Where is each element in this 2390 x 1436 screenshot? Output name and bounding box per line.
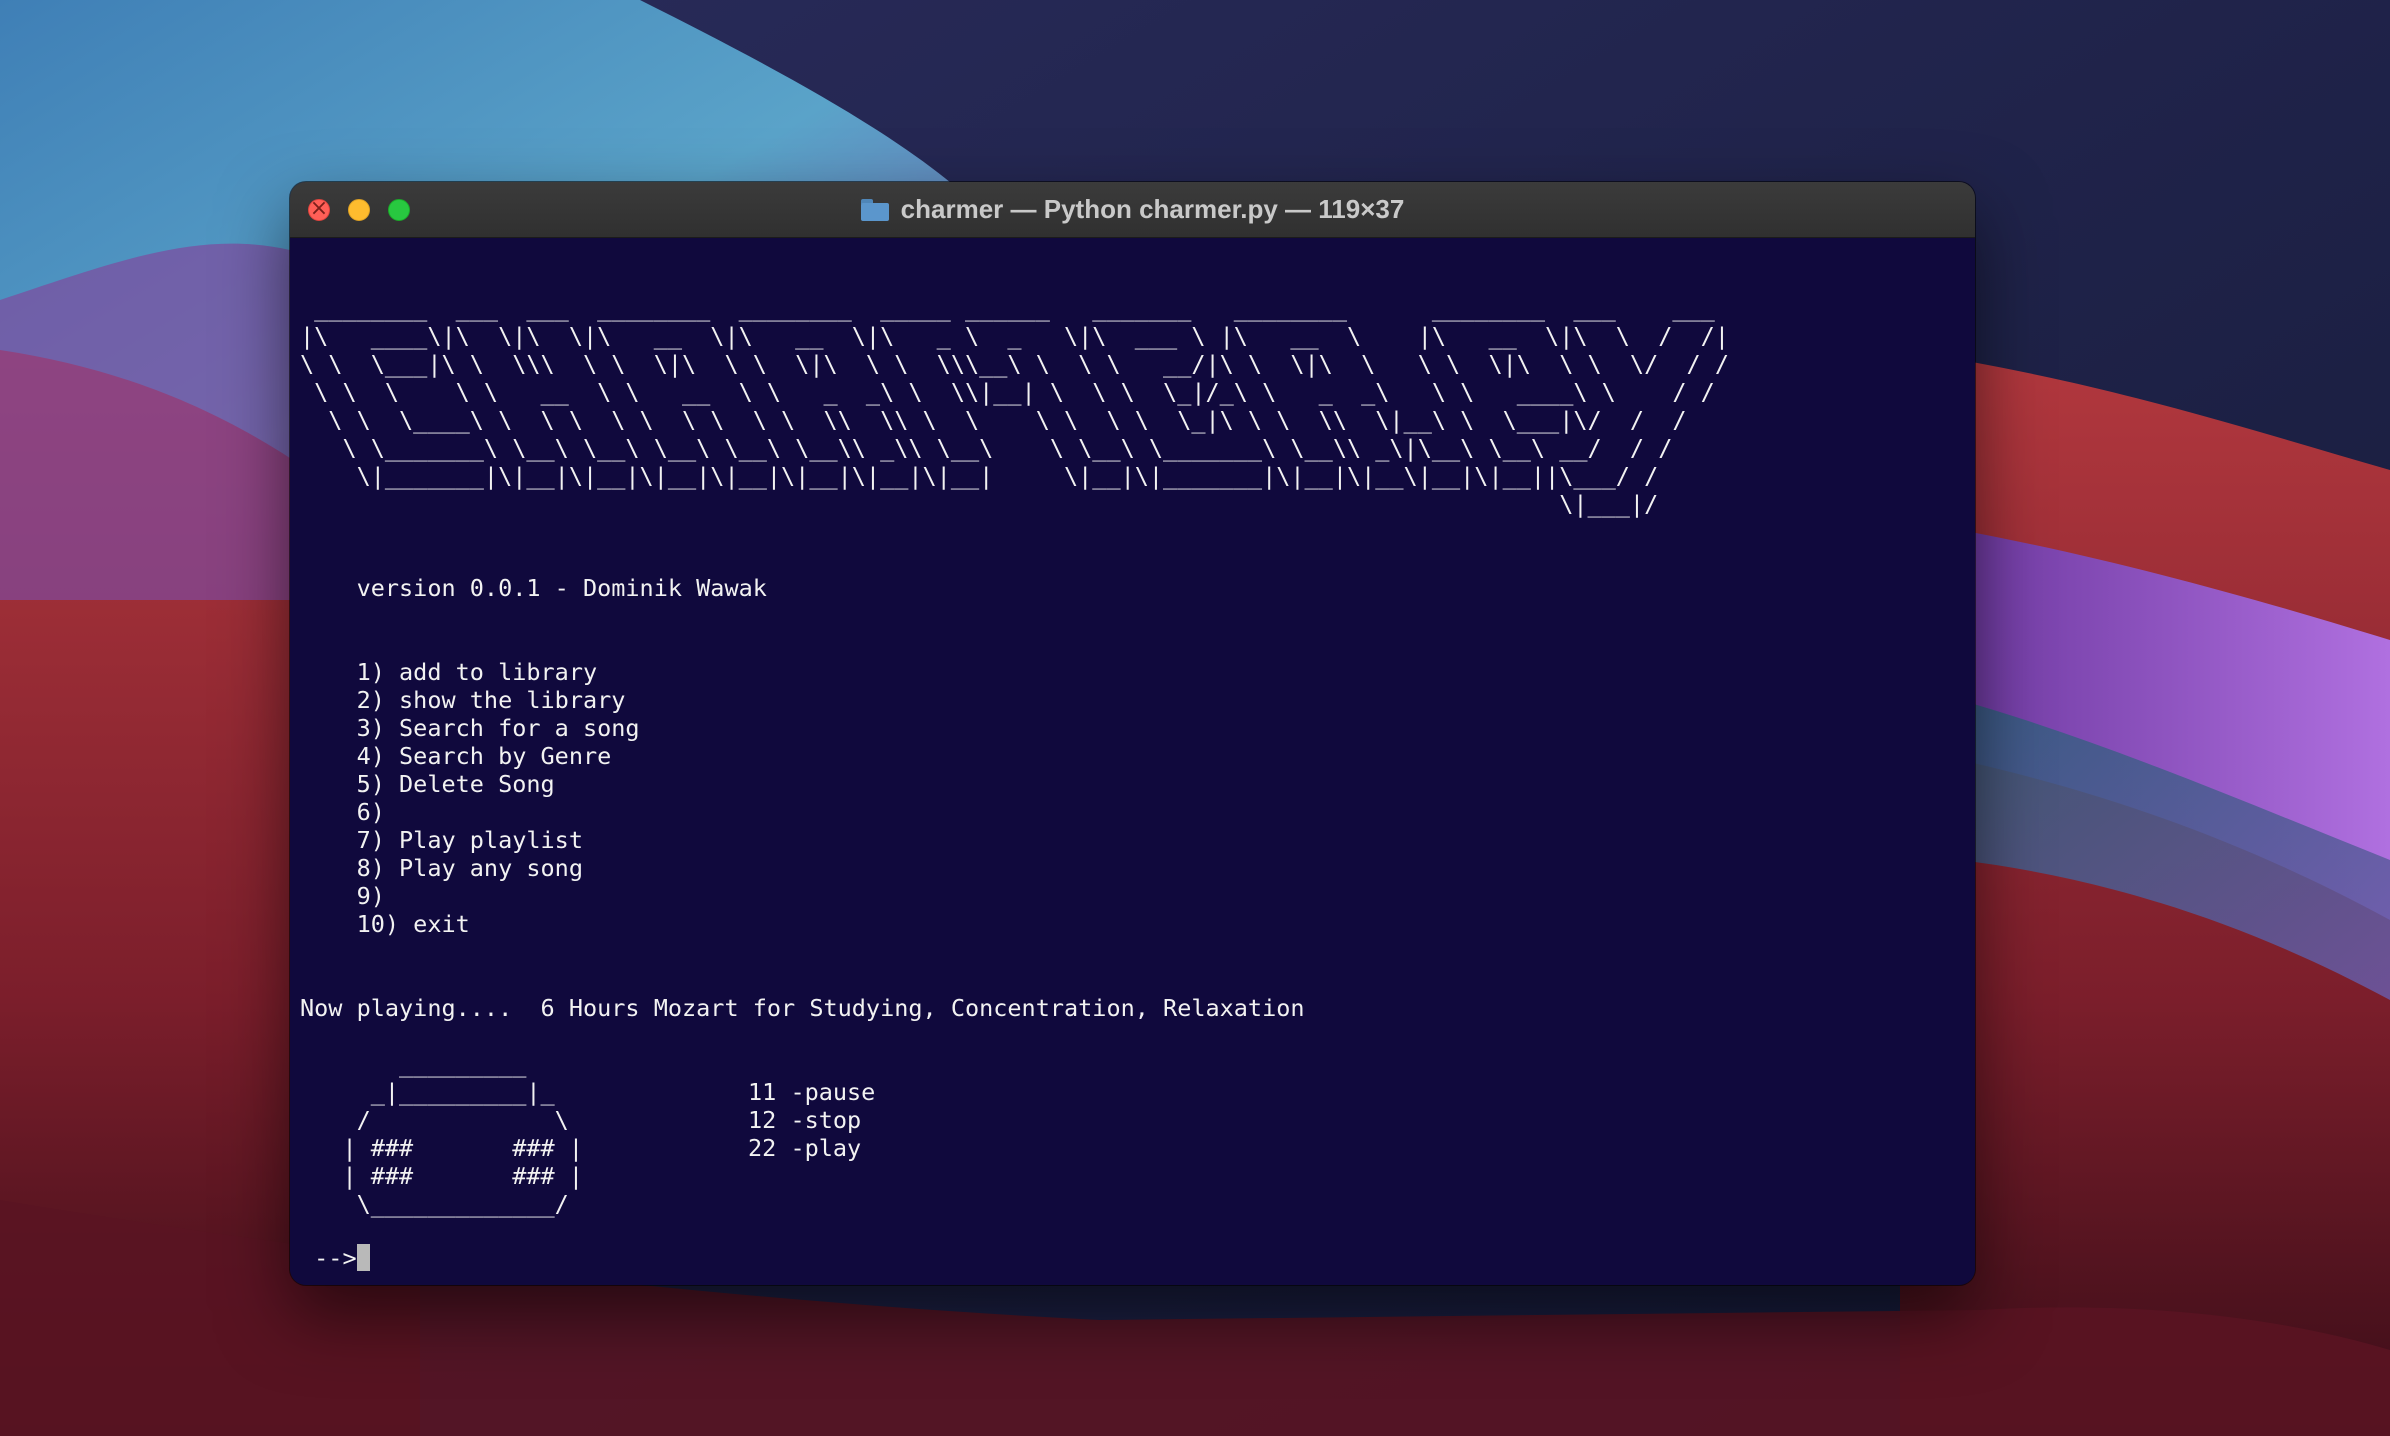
menu-item: 10) exit <box>300 910 470 938</box>
banner-line: \ \_______\ \__\ \__\ \__\ \__\ \__\\ _\… <box>300 434 1673 462</box>
radio-art-line: \_____________/ <box>300 1190 569 1218</box>
window-title: charmer — Python charmer.py — 119×37 <box>900 194 1405 224</box>
menu-item: 7) Play playlist <box>300 826 583 854</box>
menu-item: 4) Search by Genre <box>300 742 612 770</box>
menu-item: 2) show the library <box>300 686 626 714</box>
menu-item: 9) <box>300 882 385 910</box>
terminal-window[interactable]: charmer — Python charmer.py — 119×37 ___… <box>290 182 1975 1285</box>
menu-item: 3) Search for a song <box>300 714 640 742</box>
banner-line: ________ ___ ___ ________ ________ _____… <box>300 294 1715 322</box>
radio-art-line: / \ <box>300 1106 569 1134</box>
banner-line: |\ ____\|\ \|\ \|\ __ \|\ __ \|\ _ \ _ \… <box>300 322 1729 350</box>
version-line: version 0.0.1 - Dominik Wawak <box>300 574 767 602</box>
window-title-group: charmer — Python charmer.py — 119×37 <box>290 182 1975 237</box>
banner-line: \ \ \ \ \ __ \ \ __ \ \ _ _\ \ \\|__| \ … <box>300 378 1715 406</box>
menu-item: 6) <box>300 798 385 826</box>
ascii-banner: ________ ___ ___ ________ ________ _____… <box>300 294 1729 518</box>
menu-item: 8) Play any song <box>300 854 583 882</box>
control-stop: 12 -stop <box>748 1106 862 1134</box>
banner-line: \ \ \____\ \ \ \ \ \ \ \ \ \ \\ \\ \ \ \… <box>300 406 1687 434</box>
banner-line: \|___|/ <box>300 490 1659 518</box>
radio-art-line: | ### ### | <box>300 1162 583 1190</box>
control-play: 22 -play <box>748 1134 862 1162</box>
prompt-text: --> <box>300 1244 357 1272</box>
banner-line: \|_______|\|__|\|__|\|__|\|__|\|__|\|__|… <box>300 462 1659 490</box>
folder-icon <box>860 198 889 221</box>
title-bar[interactable]: charmer — Python charmer.py — 119×37 <box>290 182 1975 238</box>
input-prompt[interactable]: --> <box>300 1244 370 1272</box>
radio-art-line: _|_________|_ <box>300 1078 555 1106</box>
text-cursor <box>356 1244 370 1271</box>
menu-item: 1) add to library <box>300 658 598 686</box>
now-playing: Now playing.... 6 Hours Mozart for Study… <box>300 994 1305 1022</box>
terminal-content[interactable]: ________ ___ ___ ________ ________ _____… <box>290 238 1975 1285</box>
banner-line: \ \ \___|\ \ \\\ \ \ \|\ \ \ \|\ \ \ \\\… <box>300 350 1729 378</box>
menu-item: 5) Delete Song <box>300 770 555 798</box>
radio-art-line: | ### ### | <box>300 1134 583 1162</box>
control-pause: 11 -pause <box>748 1078 876 1106</box>
radio-art-line: _________ <box>300 1050 527 1078</box>
